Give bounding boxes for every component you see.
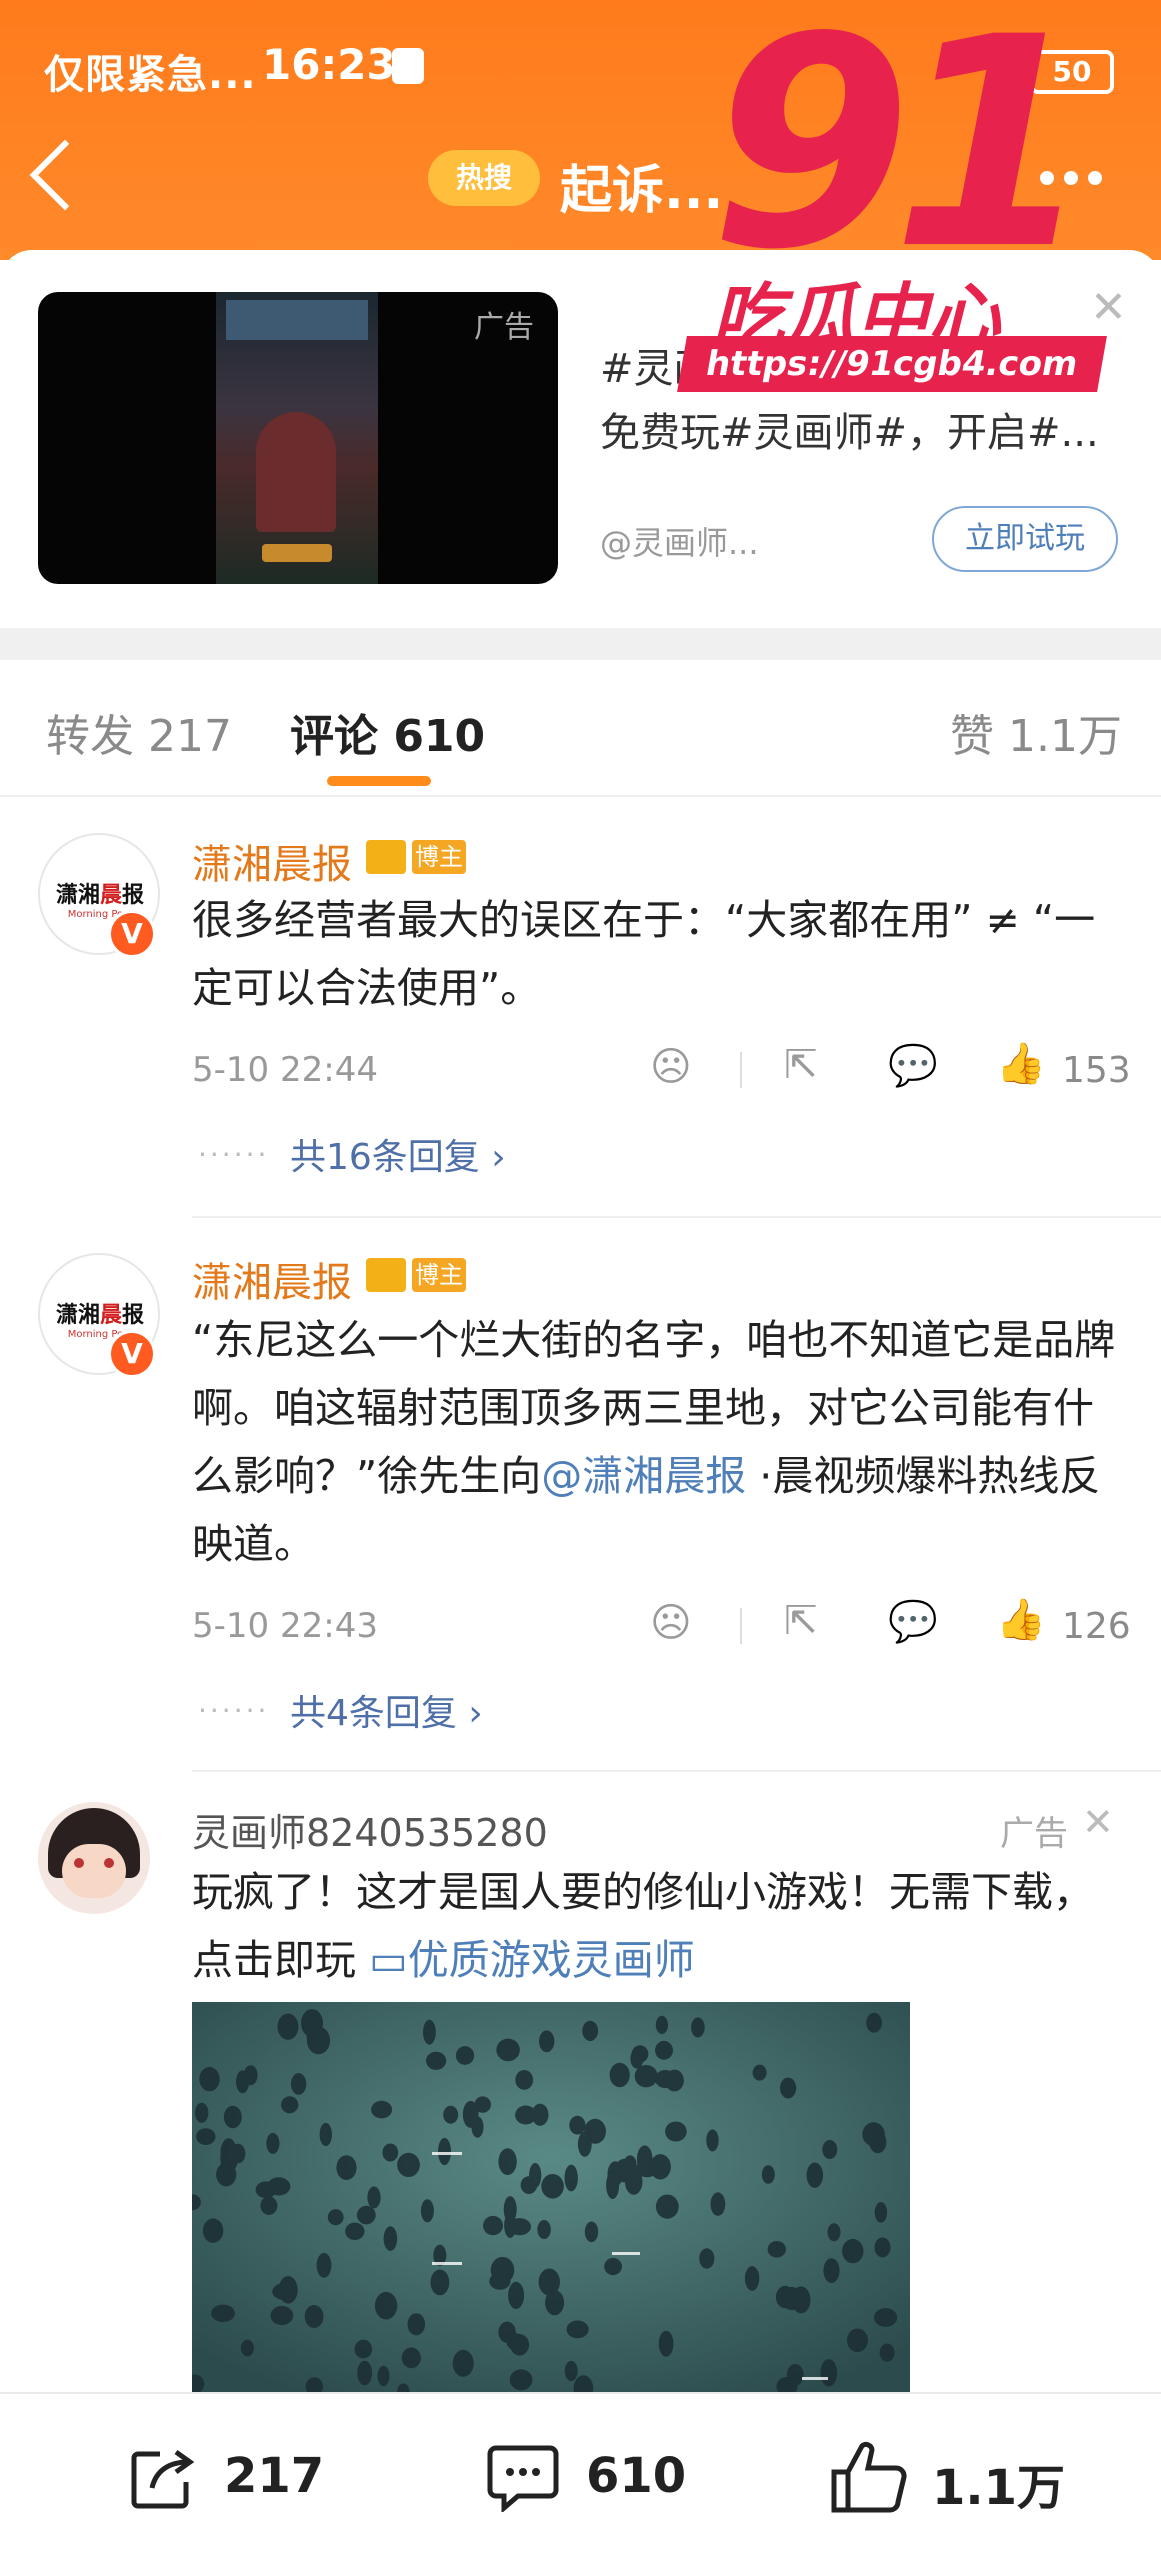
comment-author[interactable]: 灵画师8240535280 [192, 1802, 548, 1857]
comment-divider [192, 1216, 1161, 1218]
comment-icon[interactable] [486, 2444, 560, 2514]
share-icon[interactable] [130, 2448, 196, 2510]
close-icon[interactable]: ✕ [1090, 282, 1127, 333]
view-replies-link[interactable]: 共16条回复 › [290, 1128, 506, 1180]
comment-divider [192, 1770, 1161, 1772]
comment-time: 5-10 22:44 [192, 1050, 378, 1090]
video-icon: ▭ [369, 1936, 408, 1984]
comment-author[interactable]: 潇湘晨报 [192, 1250, 352, 1308]
blogger-badge: 博主 [412, 840, 466, 874]
ad-video[interactable] [192, 2002, 910, 2392]
page-title: 起诉... [560, 161, 724, 221]
tab-divider [0, 795, 1161, 797]
watermark-logo: 91 [710, 0, 1094, 313]
avatar[interactable] [38, 1802, 150, 1914]
tab-repost[interactable]: 转发 217 [46, 700, 232, 764]
ad-source[interactable]: @灵画师... [600, 518, 759, 564]
thumbs-up-icon[interactable] [830, 2440, 908, 2514]
status-time: 16:23 [262, 40, 396, 89]
verified-v-icon: V [108, 910, 156, 958]
comment-text: 很多经营者最大的误区在于：“大家都在用” ≠ “一定可以合法使用”。 [192, 896, 1096, 1012]
try-now-button[interactable]: 立即试玩 [932, 506, 1118, 572]
repost-count[interactable]: 217 [224, 2448, 324, 2504]
frown-icon[interactable]: ☹ [650, 1600, 692, 1646]
thumbs-up-icon[interactable]: 👍 [996, 1596, 1046, 1643]
blogger-badge: 博主 [412, 1258, 466, 1292]
section-divider [0, 628, 1161, 660]
tab-comment[interactable]: 评论 610 [290, 700, 485, 764]
reply-dots: ······ [198, 1138, 270, 1171]
comment-count[interactable]: 610 [586, 2448, 686, 2504]
comment-icon[interactable]: 💬 [888, 1598, 938, 1645]
hot-search-label: 热搜 [455, 161, 512, 194]
comment-text: 玩疯了！这才是国人要的修仙小游戏！无需下载，点击即玩 ▭优质游戏灵画师 [192, 1858, 1122, 1994]
shopping-bag-icon [392, 48, 424, 84]
like-count[interactable]: 1.1万 [932, 2448, 1065, 2518]
status-network-text: 仅限紧急... [44, 52, 257, 98]
comment-author[interactable]: 潇湘晨报 [192, 832, 352, 890]
meta-separator [740, 1608, 742, 1644]
ad-text-line2[interactable]: 免费玩#灵画师#，开启#... [600, 400, 1099, 458]
comment-time: 5-10 22:43 [192, 1606, 378, 1646]
mention-link[interactable]: @潇湘晨报 [541, 1452, 746, 1500]
crown-icon [366, 840, 406, 874]
tab-like[interactable]: 赞 1.1万 [950, 700, 1122, 764]
reply-dots: ······ [198, 1694, 270, 1727]
hot-search-badge[interactable]: 热搜 [428, 150, 540, 206]
game-scene [192, 2002, 910, 2392]
meta-separator [740, 1052, 742, 1088]
thumbs-up-icon[interactable]: 👍 [996, 1040, 1046, 1087]
close-icon[interactable]: ✕ [1082, 1800, 1114, 1844]
game-link[interactable]: 优质游戏灵画师 [408, 1936, 695, 1984]
ad-tag: 广告 [1000, 1814, 1068, 1854]
watermark-url: https://91cgb4.com [677, 336, 1107, 392]
ad-tag: 广告 [474, 310, 534, 345]
tab-active-indicator [327, 776, 431, 786]
crown-icon [366, 1258, 406, 1292]
like-count: 126 [1062, 1606, 1131, 1647]
share-icon[interactable]: ⇱ [784, 1042, 818, 1088]
share-icon[interactable]: ⇱ [784, 1598, 818, 1644]
like-count: 153 [1062, 1050, 1131, 1091]
comment-text: “东尼这么一个烂大街的名字，咱也不知道它是品牌啊。咱这辐射范围顶多两三里地，对它… [192, 1306, 1122, 1578]
comment-icon[interactable]: 💬 [888, 1042, 938, 1089]
frown-icon[interactable]: ☹ [650, 1044, 692, 1090]
view-replies-link[interactable]: 共4条回复 › [290, 1684, 483, 1736]
verified-v-icon: V [108, 1330, 156, 1378]
